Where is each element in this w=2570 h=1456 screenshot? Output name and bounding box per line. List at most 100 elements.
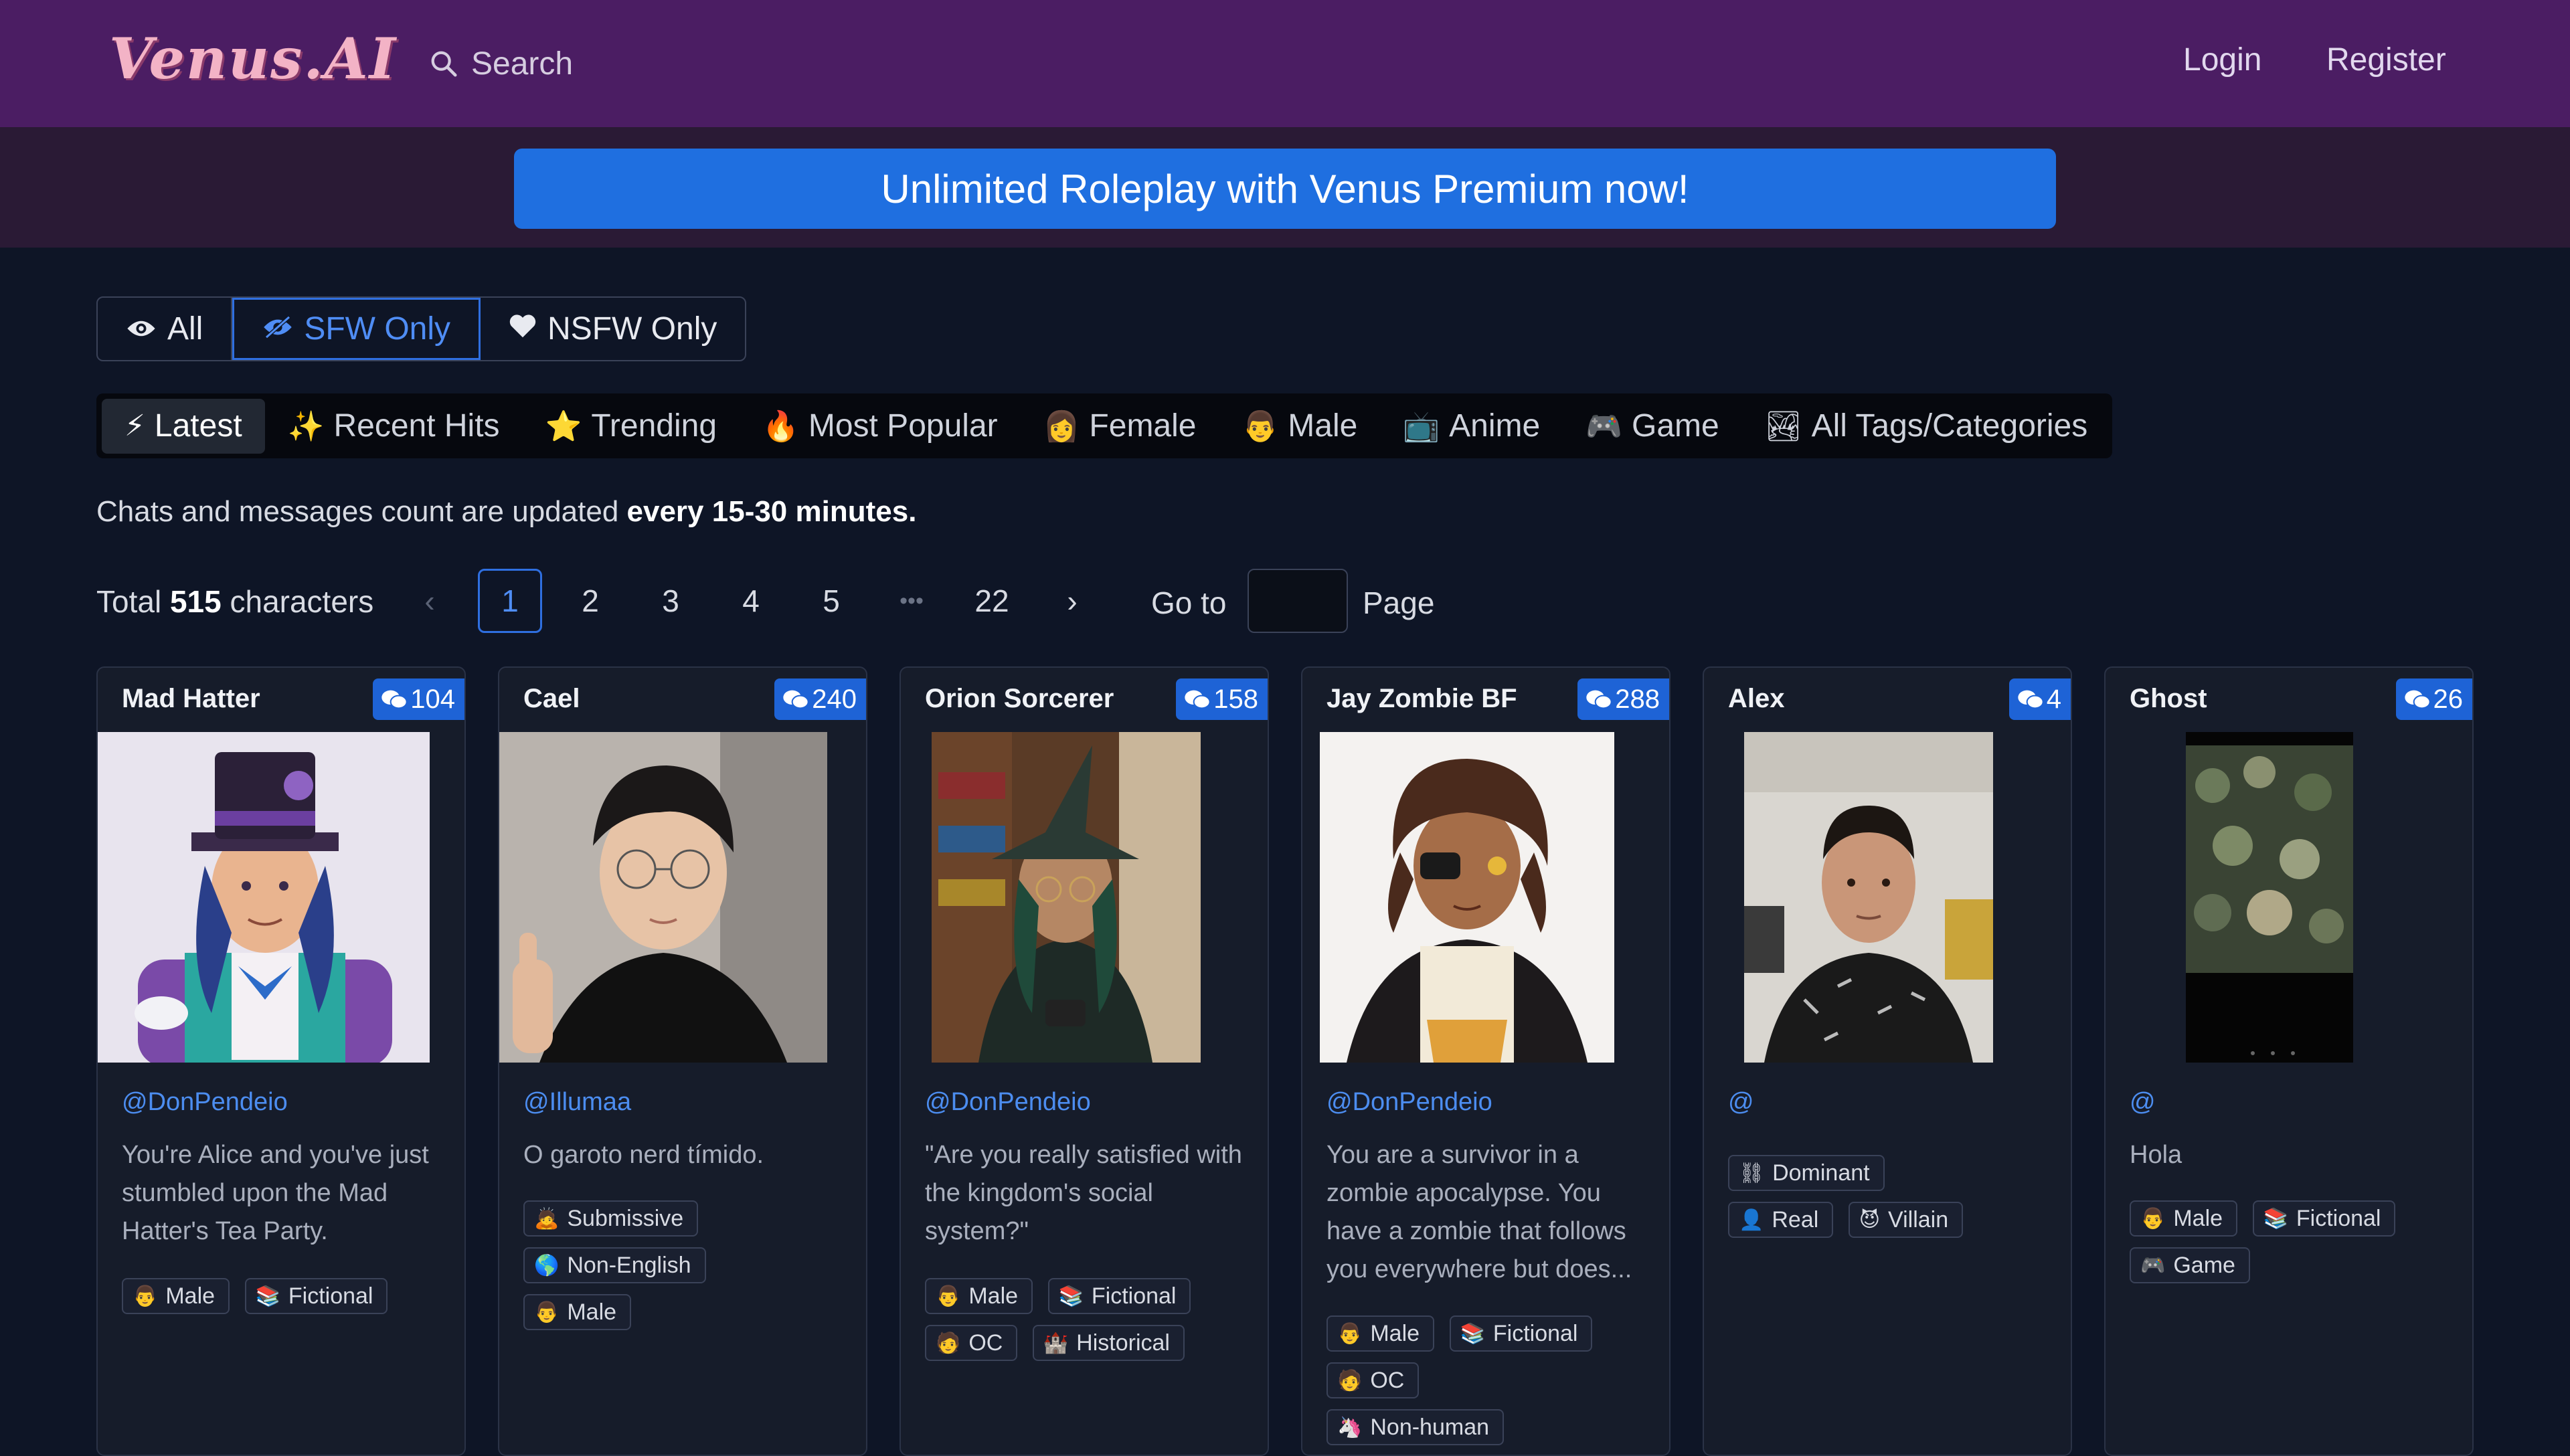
chat-bubbles-icon: [2404, 690, 2431, 709]
tab-label: Trending: [591, 408, 717, 444]
filter-all-label: All: [167, 311, 203, 347]
character-card-orion-sorcerer[interactable]: Orion Sorcerer 158 @DonPendeio "Are you …: [900, 666, 1269, 1456]
tag-male[interactable]: 👨 Male: [122, 1278, 230, 1314]
prev-page-button[interactable]: ‹: [398, 569, 462, 633]
tab-label: Game: [1631, 408, 1719, 444]
tab-anime[interactable]: 📺 Anime: [1380, 399, 1563, 454]
creator-handle[interactable]: @DonPendeio: [1326, 1088, 1492, 1117]
page-button-3[interactable]: 3: [638, 569, 703, 633]
unicorn-icon: 🦄: [1337, 1416, 1363, 1439]
chat-count: 158: [1213, 684, 1258, 714]
page-button-22[interactable]: 22: [960, 569, 1024, 633]
tag-historical[interactable]: 🏰 Historical: [1032, 1325, 1185, 1361]
chat-count: 104: [410, 684, 455, 714]
tag-label: Male: [165, 1283, 216, 1309]
tag-fictional[interactable]: 📚 Fictional: [244, 1278, 388, 1314]
page-button-4[interactable]: 4: [719, 569, 783, 633]
tab-trending[interactable]: ⭐ Trending: [523, 399, 740, 454]
tag-label: Real: [1772, 1206, 1819, 1233]
character-avatar[interactable]: [1320, 732, 1614, 1063]
tab-label: All Tags/Categories: [1811, 408, 2088, 444]
tag-submissive[interactable]: 🙇 Submissive: [523, 1200, 699, 1237]
register-link[interactable]: Register: [2326, 41, 2446, 78]
page-button-5[interactable]: 5: [799, 569, 863, 633]
character-card-mad-hatter[interactable]: Mad Hatter 104 @DonPendeio You're Alice …: [96, 666, 466, 1456]
tag-male[interactable]: 👨 Male: [2130, 1200, 2238, 1237]
chat-bubbles-icon: [2018, 690, 2044, 709]
tag-non-human[interactable]: 🦄 Non-human: [1326, 1409, 1505, 1445]
character-card-ghost[interactable]: Ghost 26 @ Hola 👨 Male 📚 Fictional 🎮 Game: [2104, 666, 2474, 1456]
tag-game[interactable]: 🎮 Game: [2130, 1247, 2250, 1283]
page-label: Page: [1363, 585, 1435, 620]
goto-page-input[interactable]: [1248, 569, 1348, 633]
tab-all-tags[interactable]: 🏞 All Tags/Categories: [1742, 399, 2111, 454]
chat-count-badge: 158: [1176, 678, 1268, 720]
castle-icon: 🏰: [1043, 1332, 1069, 1354]
tab-label: Most Popular: [808, 408, 998, 444]
page-button-1[interactable]: 1: [478, 569, 542, 633]
character-name: Jay Zombie BF: [1326, 684, 1517, 713]
page-button-2[interactable]: 2: [558, 569, 622, 633]
man-icon: 👨: [936, 1285, 961, 1307]
filter-all-button[interactable]: All: [98, 298, 233, 360]
tag-non-english[interactable]: 🌎 Non-English: [523, 1247, 706, 1283]
woman-icon: 👩: [1043, 410, 1080, 443]
login-link[interactable]: Login: [2183, 41, 2261, 78]
tab-game[interactable]: 🎮 Game: [1563, 399, 1742, 454]
filter-nsfw-button[interactable]: NSFW Only: [481, 298, 745, 360]
next-page-button[interactable]: ›: [1040, 569, 1104, 633]
books-icon: 📚: [255, 1285, 280, 1307]
tab-male[interactable]: 👨 Male: [1219, 399, 1380, 454]
tag-oc[interactable]: 🧑 OC: [1326, 1362, 1420, 1398]
tab-label: Latest: [154, 408, 242, 444]
creator-handle[interactable]: @DonPendeio: [925, 1088, 1091, 1117]
books-icon: 📚: [2263, 1207, 2288, 1230]
creator-handle[interactable]: @Illumaa: [523, 1088, 631, 1117]
character-avatar[interactable]: [499, 732, 827, 1063]
chat-count-badge: 26: [2395, 678, 2472, 720]
tab-latest[interactable]: ⚡ Latest: [102, 398, 265, 454]
venus-logo[interactable]: Venus.AI: [109, 25, 397, 92]
chat-count-badge: 104: [373, 678, 464, 720]
character-avatar[interactable]: [98, 732, 430, 1063]
creator-handle[interactable]: @DonPendeio: [122, 1088, 288, 1117]
creator-handle[interactable]: @: [1728, 1088, 1754, 1117]
notice-bold: every 15-30 minutes.: [626, 495, 917, 528]
content-filter-group: All SFW Only NSFW Only: [96, 296, 747, 361]
page-ellipsis[interactable]: •••: [879, 569, 944, 633]
tag-dominant[interactable]: ⛓ Dominant: [1728, 1155, 1885, 1191]
tag-real[interactable]: 👤 Real: [1728, 1202, 1834, 1238]
search-button[interactable]: Search: [428, 40, 573, 87]
character-avatar[interactable]: [1744, 732, 1993, 1063]
filter-sfw-button[interactable]: SFW Only: [232, 298, 481, 360]
character-card-cael[interactable]: Cael 240 @Illumaa O garoto nerd tímido. …: [498, 666, 867, 1456]
creator-handle[interactable]: @: [2130, 1088, 2156, 1117]
character-card-alex[interactable]: Alex 4 @ ⛓ Dominant 👤 Real 😈 Villain: [1703, 666, 2072, 1456]
tab-recent-hits[interactable]: ✨ Recent Hits: [265, 399, 523, 454]
tag-male[interactable]: 👨 Male: [925, 1278, 1033, 1314]
tag-male[interactable]: 👨 Male: [1326, 1315, 1435, 1352]
person-silhouette-icon: 👤: [1739, 1208, 1764, 1231]
tag-fictional[interactable]: 📚 Fictional: [2252, 1200, 2396, 1237]
character-card-jay-zombie-bf[interactable]: Jay Zombie BF 288 @DonPendeio You are a …: [1301, 666, 1670, 1456]
fire-icon: 🔥: [762, 410, 799, 443]
chat-count: 26: [2433, 684, 2464, 714]
premium-banner-button[interactable]: Unlimited Roleplay with Venus Premium no…: [514, 149, 2056, 229]
tab-female[interactable]: 👩 Female: [1021, 399, 1219, 454]
tab-most-popular[interactable]: 🔥 Most Popular: [740, 399, 1021, 454]
lightning-icon: ⚡: [124, 410, 145, 442]
tag-oc[interactable]: 🧑 OC: [925, 1325, 1018, 1361]
tag-fictional[interactable]: 📚 Fictional: [1047, 1278, 1191, 1314]
pagination: Total 515 characters ‹ 1 2 3 4 5 ••• 22 …: [96, 569, 1703, 636]
chat-count: 240: [812, 684, 857, 714]
tag-label: Fictional: [2296, 1205, 2381, 1231]
chat-count-badge: 240: [774, 678, 866, 720]
tag-villain[interactable]: 😈 Villain: [1848, 1202, 1964, 1238]
devil-icon: 😈: [1859, 1208, 1881, 1231]
tab-label: Male: [1288, 408, 1358, 444]
character-avatar[interactable]: [2186, 732, 2353, 1063]
books-icon: 📚: [1460, 1322, 1485, 1345]
tag-male[interactable]: 👨 Male: [523, 1294, 632, 1330]
character-avatar[interactable]: [932, 732, 1201, 1063]
tag-fictional[interactable]: 📚 Fictional: [1449, 1315, 1593, 1352]
